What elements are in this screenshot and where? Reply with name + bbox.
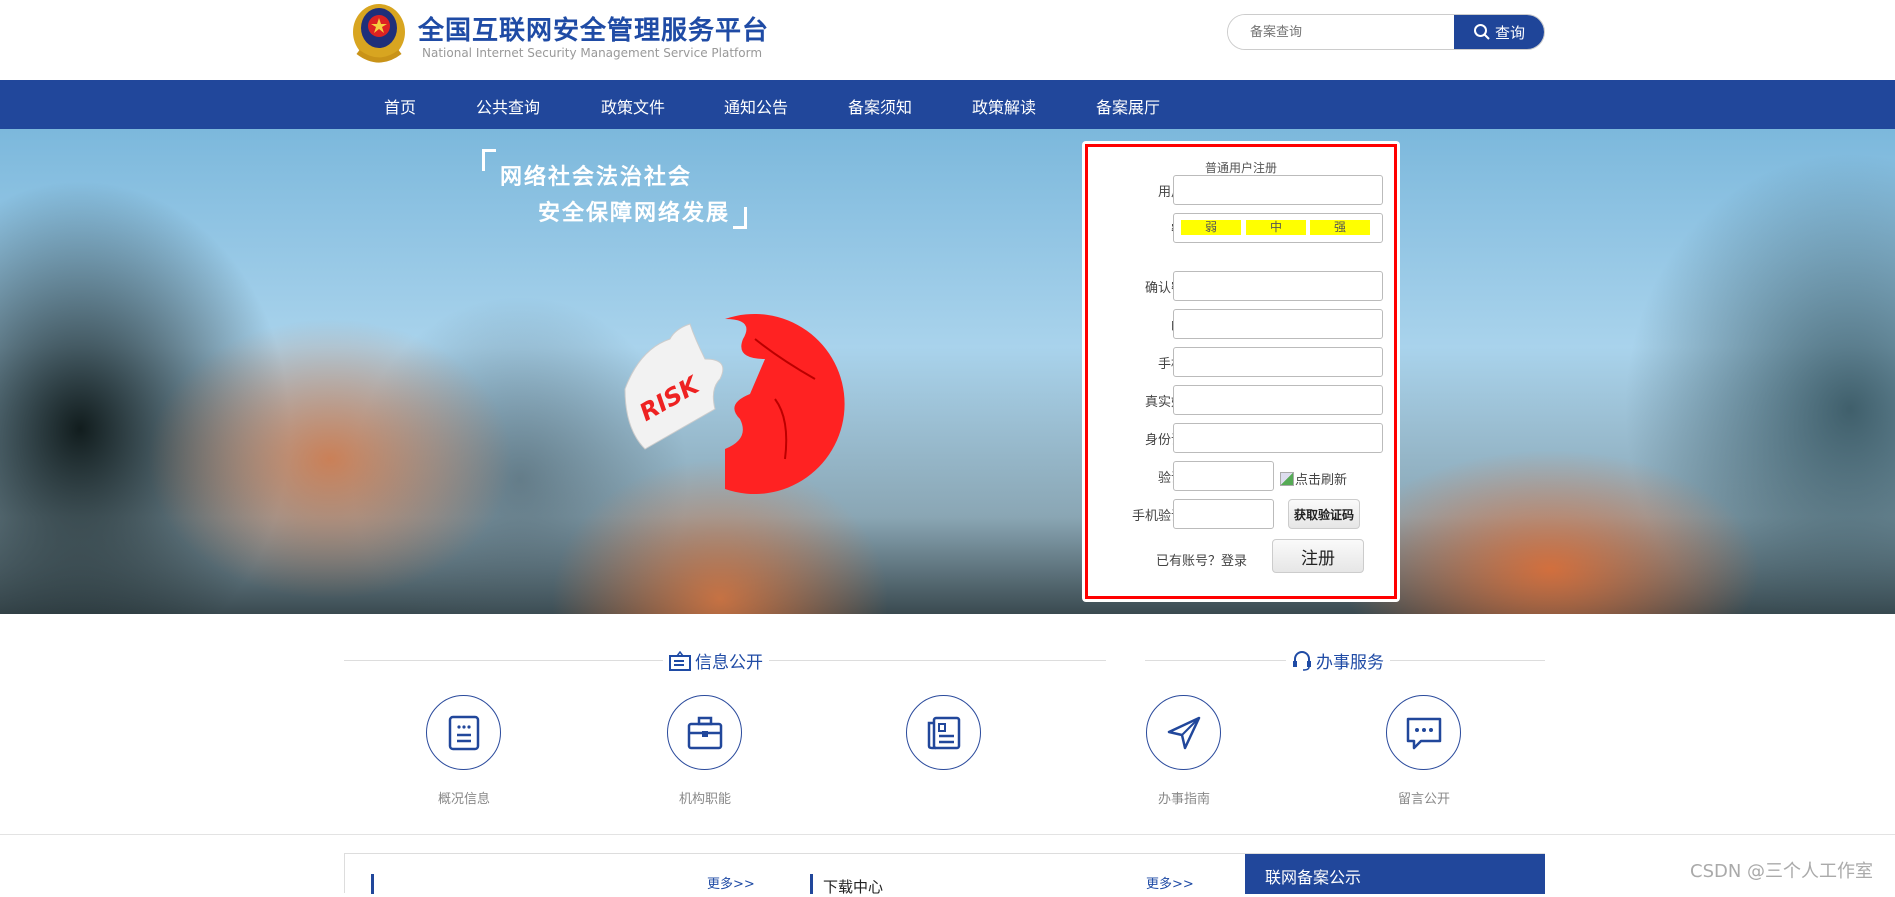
- login-link[interactable]: 已有账号？登录: [1156, 550, 1247, 569]
- overview-info-button[interactable]: [426, 695, 501, 770]
- services-title: 办事服务: [1316, 653, 1384, 673]
- nav-filing-hall[interactable]: 备案展厅: [1096, 94, 1160, 118]
- newspaper-icon: [927, 716, 960, 749]
- bottom-content-box: 更多>> 下载中心 更多>> 联网备案公示: [344, 853, 1545, 896]
- navigation-arrow-icon: [1167, 716, 1200, 749]
- briefcase-icon: [687, 716, 722, 749]
- csdn-watermark: CSDN @三个人工作室: [1690, 861, 1874, 882]
- strength-strong: 强: [1310, 220, 1370, 235]
- service-guide-label[interactable]: 办事指南: [1124, 788, 1244, 807]
- document-list-icon: [448, 715, 479, 750]
- column-marker: [810, 874, 813, 894]
- more-link-1[interactable]: 更多>>: [707, 873, 755, 892]
- captcha-refresh-text: 点击刷新: [1295, 473, 1348, 488]
- section-divider: [0, 834, 1895, 835]
- info-disclosure-title: 信息公开: [695, 653, 763, 673]
- captcha-input[interactable]: [1173, 461, 1274, 491]
- overview-info-label[interactable]: 概况信息: [404, 788, 524, 807]
- police-emblem-logo: [353, 4, 405, 63]
- org-functions-label[interactable]: 机构职能: [645, 788, 765, 807]
- search-button-label: 查询: [1494, 23, 1525, 42]
- public-messages-button[interactable]: [1386, 695, 1461, 770]
- captcha-image[interactable]: 点击刷新: [1280, 469, 1347, 488]
- confirm-password-input[interactable]: [1173, 271, 1383, 301]
- newspaper-button[interactable]: [906, 695, 981, 770]
- filing-announcement-panel: 联网备案公示: [1245, 854, 1545, 894]
- nav-notices[interactable]: 通知公告: [724, 94, 788, 118]
- email-input[interactable]: [1173, 309, 1383, 339]
- nav-policy-interpretation[interactable]: 政策解读: [972, 94, 1036, 118]
- site-title: 全国互联网安全管理服务平台: [418, 16, 770, 46]
- notice-board-icon: [669, 650, 691, 671]
- main-nav: 首页 公共查询 政策文件 通知公告 备案须知 政策解读 备案展厅: [0, 80, 1895, 129]
- site-subtitle: National Internet Security Management Se…: [422, 46, 763, 60]
- hero-banner: 网络社会法治社会 安全保障网络发展 RISK: [0, 129, 1895, 614]
- slogan-bracket-open: [482, 149, 496, 171]
- more-link-2[interactable]: 更多>>: [1146, 873, 1194, 892]
- username-input[interactable]: [1173, 175, 1383, 205]
- search-button[interactable]: 查询: [1454, 15, 1544, 49]
- nav-policy-files[interactable]: 政策文件: [601, 94, 665, 118]
- realname-input[interactable]: [1173, 385, 1383, 415]
- nav-filing-guide[interactable]: 备案须知: [848, 94, 912, 118]
- broken-image-icon: [1280, 471, 1294, 486]
- info-disclosure-heading: 信息公开: [663, 648, 769, 673]
- form-title: 普通用户注册: [1204, 161, 1277, 175]
- idcard-input[interactable]: [1173, 423, 1383, 453]
- strength-medium: 中: [1246, 220, 1306, 235]
- slogan-line-2: 安全保障网络发展: [538, 201, 731, 226]
- headset-icon: [1293, 650, 1311, 671]
- service-guide-button[interactable]: [1146, 695, 1221, 770]
- slogan-bracket-close: [733, 207, 747, 229]
- risk-puzzle-graphic: RISK: [624, 314, 845, 494]
- phone-input[interactable]: [1173, 347, 1383, 377]
- slogan-line-1: 网络社会法治社会: [500, 165, 693, 190]
- services-heading: 办事服务: [1286, 648, 1390, 673]
- sms-code-input[interactable]: [1173, 499, 1274, 529]
- header: 全国互联网安全管理服务平台 National Internet Security…: [0, 0, 1895, 80]
- column-marker: [371, 874, 374, 894]
- get-sms-code-button[interactable]: 获取验证码: [1288, 499, 1360, 529]
- strength-weak: 弱: [1181, 220, 1241, 235]
- nav-home[interactable]: 首页: [384, 94, 416, 118]
- search-input[interactable]: [1228, 15, 1454, 49]
- filing-announcement-title: 联网备案公示: [1265, 868, 1362, 887]
- search-icon: [1473, 24, 1490, 40]
- nav-public-query[interactable]: 公共查询: [476, 94, 540, 118]
- search-bar: 查询: [1227, 14, 1545, 50]
- register-button[interactable]: 注册: [1272, 539, 1364, 573]
- registration-form: 普通用户注册 用户名 密码 弱 中 强 确认密码 邮箱 手机号 真实姓名 身份证…: [1082, 141, 1400, 602]
- public-messages-label[interactable]: 留言公开: [1364, 788, 1484, 807]
- chat-bubble-icon: [1406, 717, 1441, 749]
- org-functions-button[interactable]: [667, 695, 742, 770]
